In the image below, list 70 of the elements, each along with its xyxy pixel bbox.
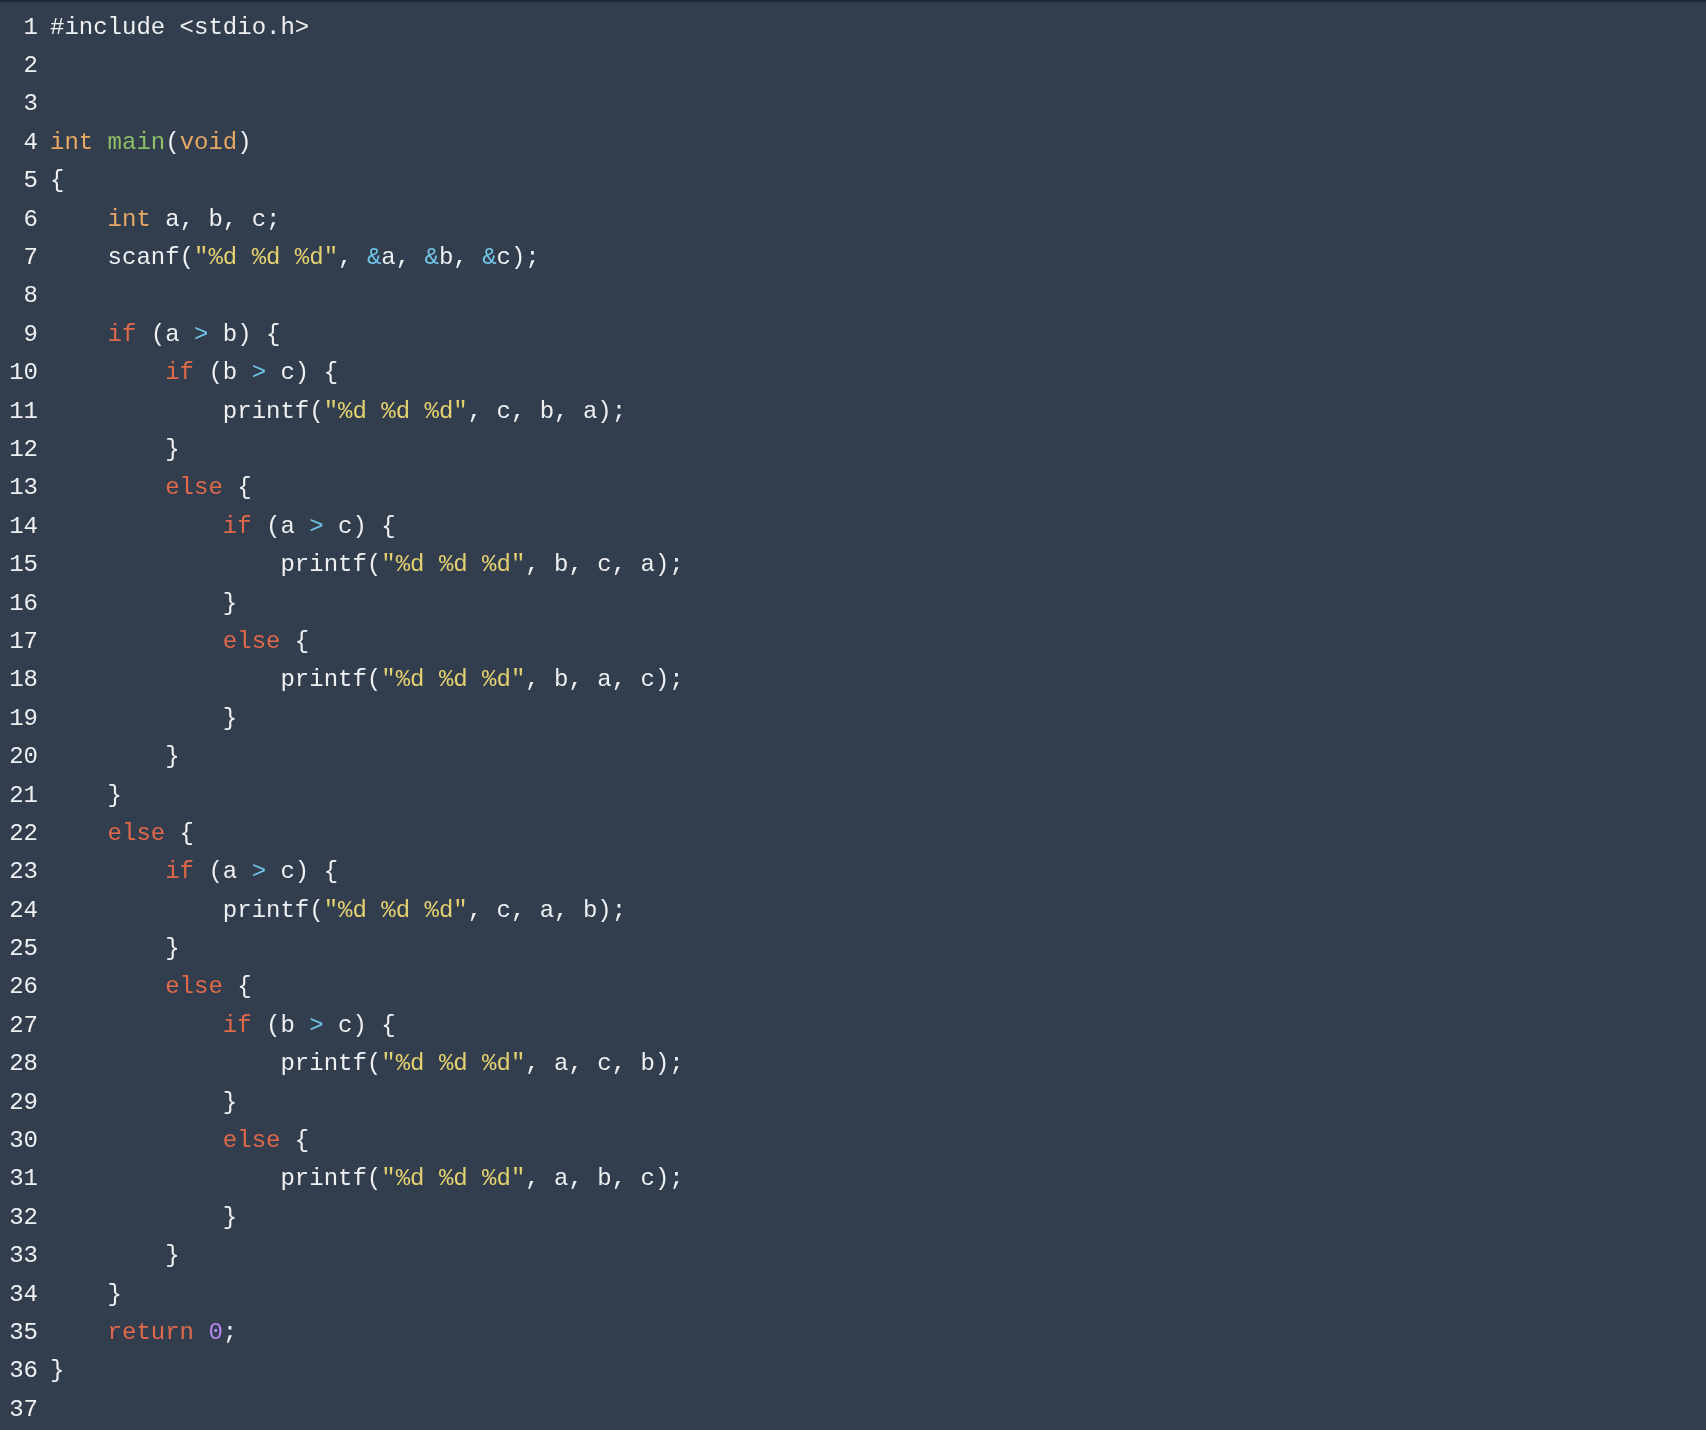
code-line: return 0; — [106, 1318, 238, 1346]
code-line: if (a > c) { — [221, 512, 396, 540]
code-line: if (a > c) { — [164, 858, 339, 886]
code-line: else { — [164, 474, 252, 502]
code-line: int a, b, c; — [106, 205, 281, 233]
line-number: 17 — [8, 627, 38, 655]
line-number: 34 — [8, 1280, 38, 1308]
line-number: 18 — [8, 666, 38, 694]
line-number: 3 — [22, 90, 38, 118]
line-number: 16 — [8, 589, 38, 617]
code-line: int main(void) — [50, 128, 252, 156]
code-line: } — [221, 589, 238, 617]
code-line: } — [221, 704, 238, 732]
code-line: } — [221, 1088, 238, 1116]
code-line: printf("%d %d %d", c, b, a); — [221, 397, 627, 425]
line-number: 36 — [8, 1357, 38, 1385]
line-number: 32 — [8, 1203, 38, 1231]
code-line: } — [164, 935, 180, 963]
line-number: 9 — [22, 320, 38, 348]
code-line: scanf("%d %d %d", &a, &b, &c); — [106, 244, 540, 272]
line-number: 22 — [8, 819, 38, 847]
code-line: } — [221, 1203, 238, 1231]
line-number: 33 — [8, 1242, 38, 1270]
code-line: else { — [221, 1127, 310, 1154]
code-line: printf("%d %d %d", a, b, c); — [279, 1165, 684, 1193]
line-number: 4 — [22, 128, 38, 156]
code-line: printf("%d %d %d", b, c, a); — [279, 551, 684, 579]
line-number: 35 — [8, 1318, 38, 1346]
line-number: 30 — [8, 1127, 38, 1154]
line-number: 28 — [8, 1050, 38, 1078]
line-number: 25 — [8, 935, 38, 963]
code-line: { — [50, 167, 65, 195]
code-line: } — [164, 1242, 180, 1270]
line-number: 23 — [8, 858, 38, 886]
line-number: 10 — [8, 359, 38, 387]
line-number: 20 — [8, 743, 38, 771]
line-number: 6 — [22, 205, 38, 233]
line-number: 26 — [8, 973, 38, 1001]
line-number: 24 — [8, 896, 38, 924]
line-number: 11 — [8, 397, 38, 425]
line-number: 1 — [22, 13, 38, 41]
code-line: else { — [164, 973, 252, 1001]
code-line: printf("%d %d %d", c, a, b); — [221, 896, 627, 924]
line-number: 21 — [8, 781, 38, 809]
line-number: 19 — [8, 704, 38, 732]
code-line: if (b > c) { — [164, 359, 339, 387]
code-line: if (a > b) { — [106, 320, 281, 348]
code-line: printf("%d %d %d", a, c, b); — [279, 1050, 684, 1078]
line-number: 31 — [8, 1165, 38, 1193]
code-line: else { — [221, 627, 310, 655]
code-line: if (b > c) { — [221, 1011, 396, 1039]
line-number: 14 — [8, 512, 38, 540]
line-number: 29 — [8, 1088, 38, 1116]
line-number: 13 — [8, 474, 38, 502]
code-line: #include <stdio.h> — [50, 13, 310, 41]
line-number: 27 — [8, 1011, 38, 1039]
code-line: printf("%d %d %d", b, a, c); — [279, 666, 684, 694]
code-line: else { — [106, 819, 195, 847]
line-number: 12 — [8, 436, 38, 463]
line-number: 8 — [22, 282, 38, 310]
code-line: } — [106, 781, 122, 809]
line-number: 5 — [22, 167, 38, 195]
code-line: } — [50, 1357, 65, 1385]
line-number: 15 — [8, 551, 38, 579]
code-line: } — [164, 436, 180, 463]
line-number: 37 — [8, 1395, 38, 1423]
code-line: } — [106, 1280, 122, 1308]
line-number: 7 — [22, 244, 38, 272]
line-number: 2 — [22, 52, 38, 80]
code-line: } — [164, 743, 180, 771]
